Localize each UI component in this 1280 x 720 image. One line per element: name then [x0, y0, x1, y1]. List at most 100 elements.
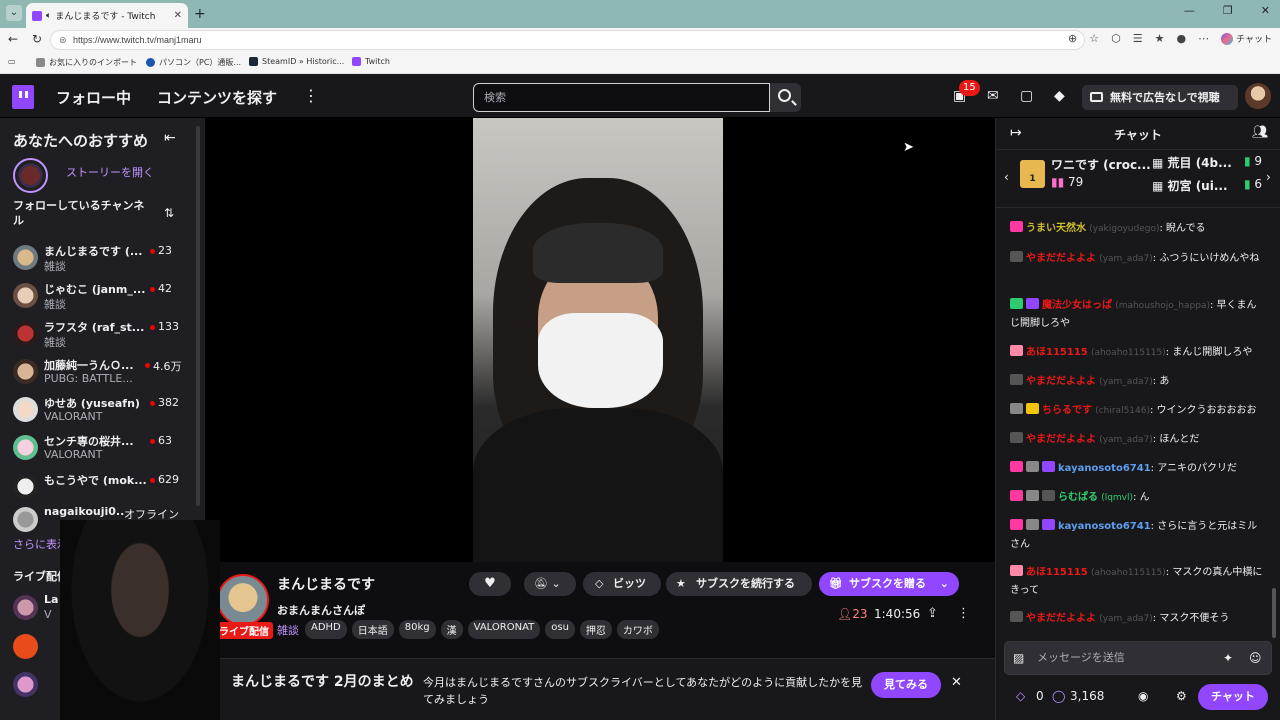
avatar[interactable]	[13, 634, 38, 659]
share-icon[interactable]: ⇪	[927, 606, 938, 621]
collapse-sidebar-icon[interactable]: ⇤	[164, 130, 176, 146]
channel-item[interactable]: まんじまるです (... 雑談 23	[13, 242, 203, 276]
follow-heart-button[interactable]: ♥	[469, 572, 511, 596]
maximize-icon[interactable]: ❐	[1223, 4, 1233, 17]
new-tab-button[interactable]: +	[194, 6, 206, 22]
streamer-name[interactable]: まんじまるです	[277, 574, 375, 594]
chat-username[interactable]: やまだだよよよ	[1026, 376, 1096, 387]
user-avatar[interactable]	[1245, 83, 1271, 109]
zoom-icon[interactable]: ⊕	[1068, 32, 1077, 45]
speaker-icon[interactable]: 🔈︎	[46, 11, 51, 21]
favorite-star-icon[interactable]: ☆	[1089, 32, 1099, 45]
community-icon[interactable]: 👥︎	[1252, 125, 1269, 140]
chat-username[interactable]: あほ115115	[1026, 347, 1088, 358]
tag[interactable]: 押忍	[579, 620, 612, 639]
reload-icon[interactable]: ↻	[32, 32, 42, 46]
chat-username[interactable]: ちらるです	[1042, 405, 1092, 416]
channel-item[interactable]: もこうやで (mok... 629	[13, 471, 203, 505]
copilot-button[interactable]: チャット	[1221, 32, 1272, 45]
tag[interactable]: VALORONAT	[467, 620, 541, 639]
tag[interactable]: 日本語	[351, 620, 394, 639]
inbox-icon[interactable]: ✉	[987, 88, 999, 104]
sidebar-scrollbar[interactable]	[196, 126, 200, 506]
back-icon[interactable]: ←	[8, 32, 18, 46]
bookmarks-menu-icon[interactable]: ▭	[8, 57, 16, 66]
gift-sub-button[interactable]: 🎁︎ サブスクを贈る ⌄	[819, 572, 959, 596]
chat-username[interactable]: うまい天然水	[1026, 223, 1086, 234]
category-link[interactable]: 雑談	[277, 622, 299, 638]
open-stories-link[interactable]: ストーリーを開く	[66, 164, 154, 180]
bookmark-steamid[interactable]: SteamID » Historic...	[249, 57, 344, 66]
chevron-left-icon[interactable]: ‹	[1004, 170, 1009, 184]
minimize-icon[interactable]: —	[1184, 4, 1195, 17]
leader-entry[interactable]: ▦ 初宮 (ui... ▮ 6	[1152, 177, 1262, 194]
nav-following[interactable]: フォロー中	[56, 87, 131, 108]
collections-icon[interactable]: ☰	[1133, 32, 1143, 45]
channel-points-icon[interactable]: ◯	[1052, 689, 1065, 703]
story-avatar[interactable]	[13, 158, 48, 193]
settings-gear-icon[interactable]: ⚙	[1176, 689, 1187, 703]
menu-icon[interactable]: ⋯	[1198, 32, 1209, 45]
collapse-chat-icon[interactable]: ↦	[1010, 125, 1022, 141]
chat-message-input[interactable]: ▨ メッセージを送信 ✦ ☺	[1004, 641, 1272, 675]
chat-username[interactable]: やまだだよよよ	[1026, 434, 1096, 445]
whispers-icon[interactable]: ▢	[1020, 88, 1033, 104]
bits-icon[interactable]: ◇	[1016, 689, 1025, 703]
sparkle-icon[interactable]: ✦	[1223, 642, 1233, 674]
search-button[interactable]	[770, 83, 801, 112]
chat-username[interactable]: 魔法少女はっぱ	[1042, 300, 1112, 311]
tab-close-icon[interactable]: ✕	[174, 10, 182, 21]
bits-icon[interactable]: ◆	[1054, 88, 1065, 104]
bits-button[interactable]: ◇ ビッツ	[583, 572, 661, 596]
chat-username[interactable]: kayanosoto6741	[1058, 521, 1151, 532]
tab-list-button[interactable]: ⌄	[6, 5, 22, 21]
channel-item[interactable]: センチ専の桜井... VALORANT 63	[13, 432, 203, 466]
chat-identity-icon[interactable]: ▨	[1013, 642, 1024, 674]
channel-item[interactable]: ラフスタ (raf_st... 雑談 133	[13, 318, 203, 352]
browser-tab[interactable]: 🔈︎ まんじまるです - Twitch ✕	[26, 3, 188, 28]
chat-username[interactable]: らむぱる	[1058, 492, 1098, 503]
more-options-icon[interactable]: ⋮	[957, 606, 970, 621]
channel-item[interactable]: ゆせあ (yuseafn) VALORANT 382	[13, 394, 203, 428]
continue-sub-button[interactable]: ★ サブスクを続行する	[666, 572, 812, 596]
chat-username[interactable]: kayanosoto6741	[1058, 463, 1151, 474]
ad-free-button[interactable]: 無料で広告なしで視聴	[1082, 85, 1238, 110]
bookmark-pc[interactable]: パソコン（PC）通販...	[146, 57, 241, 68]
bookmark-import[interactable]: お気に入りのインポート	[36, 57, 137, 68]
nav-browse[interactable]: コンテンツを探す	[157, 87, 277, 108]
sort-icon[interactable]: ⇅	[164, 206, 174, 220]
activity-icon[interactable]: ◉	[1138, 689, 1148, 703]
streamer-avatar[interactable]	[217, 574, 269, 626]
tag[interactable]: ADHD	[305, 620, 347, 639]
more-options-icon[interactable]: ⋮	[303, 86, 319, 105]
channel-item[interactable]: 加藤純一うんＯ... PUBG: BATTLE... 4.6万	[13, 356, 203, 390]
site-info-icon[interactable]: ⊜	[59, 31, 67, 49]
video-player[interactable]	[205, 118, 995, 562]
profile-icon[interactable]: ●	[1176, 32, 1186, 45]
emote-icon[interactable]: ☺	[1249, 642, 1262, 674]
extensions-icon[interactable]: ⬡	[1111, 32, 1121, 45]
bookmark-twitch[interactable]: Twitch	[352, 57, 390, 66]
chat-username[interactable]: やまだだよよよ	[1026, 613, 1096, 624]
chat-scrollbar[interactable]	[1272, 588, 1276, 638]
channel-item[interactable]: じゃむこ (janm_... 雑談 42	[13, 280, 203, 314]
tag[interactable]: 漢	[440, 620, 463, 639]
leader-entry[interactable]: ▦ 荒目 (4b... ▮ 9	[1152, 154, 1262, 171]
close-window-icon[interactable]: ✕	[1261, 4, 1270, 17]
chat-username[interactable]: あほ115115	[1026, 567, 1088, 578]
watch-recap-button[interactable]: 見てみる	[871, 672, 941, 698]
avatar[interactable]	[13, 672, 38, 697]
tag[interactable]: 80kg	[398, 620, 436, 639]
notification-bell-button[interactable]: 🔕︎ ⌄	[524, 572, 576, 596]
chat-username[interactable]: やまだだよよよ	[1026, 253, 1096, 264]
twitch-logo-icon[interactable]	[12, 85, 34, 109]
tag[interactable]: osu	[545, 620, 575, 639]
url-input[interactable]: ⊜ https://www.twitch.tv/manj1maru	[50, 30, 1085, 50]
chat-send-button[interactable]: チャット	[1198, 684, 1268, 710]
tag[interactable]: カワボ	[616, 620, 659, 639]
favorites-icon[interactable]: ★	[1155, 32, 1165, 45]
leader-name[interactable]: ワニです (croc...	[1051, 156, 1151, 173]
search-input[interactable]: 検索	[473, 83, 770, 112]
close-icon[interactable]: ✕	[951, 675, 962, 690]
chevron-right-icon[interactable]: ›	[1266, 170, 1271, 184]
